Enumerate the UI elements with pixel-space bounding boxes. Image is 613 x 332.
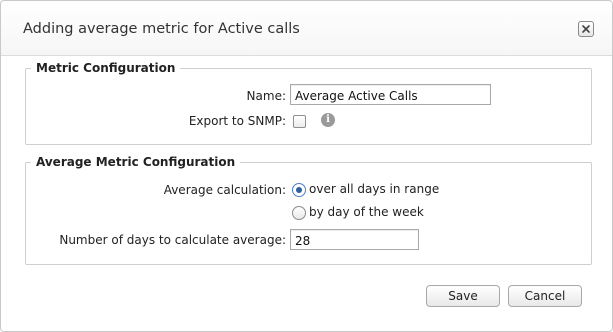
name-input[interactable] xyxy=(290,84,491,105)
average-metric-dialog: Adding average metric for Active calls M… xyxy=(0,0,613,332)
close-icon xyxy=(582,25,590,33)
radio-by-day-of-week[interactable] xyxy=(292,206,306,220)
dialog-title: Adding average metric for Active calls xyxy=(23,21,300,37)
average-metric-configuration-legend: Average Metric Configuration xyxy=(36,155,236,169)
export-snmp-label: Export to SNMP: xyxy=(188,114,286,128)
export-snmp-checkbox[interactable] xyxy=(293,115,306,128)
radio-over-all-days[interactable] xyxy=(292,183,306,197)
days-to-calculate-label: Number of days to calculate average: xyxy=(59,233,286,247)
radio-over-all-days-label[interactable]: over all days in range xyxy=(309,182,439,196)
days-to-calculate-input[interactable] xyxy=(290,229,419,250)
radio-by-day-of-week-label[interactable]: by day of the week xyxy=(309,205,424,219)
name-label: Name: xyxy=(246,89,286,103)
metric-configuration-legend: Metric Configuration xyxy=(36,61,176,75)
close-button[interactable] xyxy=(578,21,594,37)
info-icon[interactable]: i xyxy=(321,113,335,127)
average-calculation-label: Average calculation: xyxy=(163,183,286,197)
dialog-titlebar: Adding average metric for Active calls xyxy=(1,1,612,56)
cancel-button[interactable]: Cancel xyxy=(508,285,582,307)
save-button[interactable]: Save xyxy=(426,285,500,307)
